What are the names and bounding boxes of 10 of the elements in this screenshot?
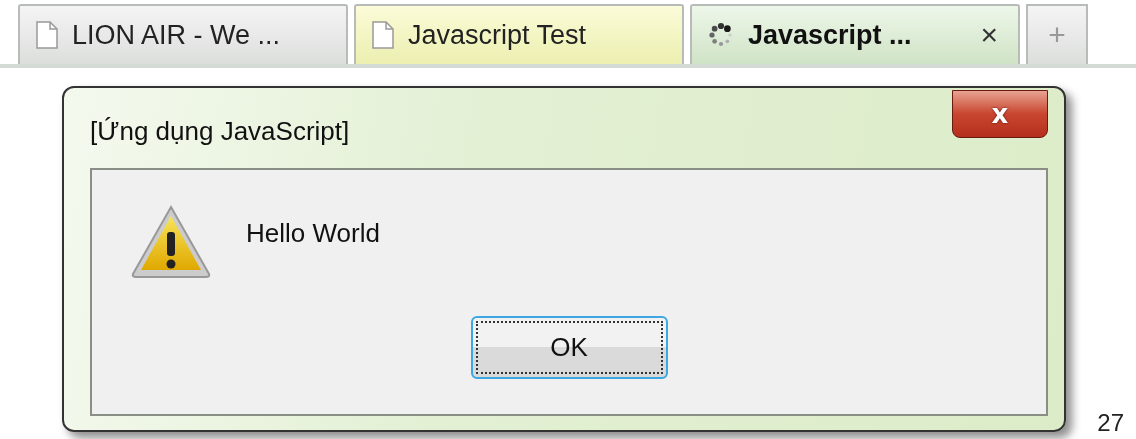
dialog-title: [Ứng dụng JavaScript] [90,116,351,147]
page-number: 27 [1097,409,1124,436]
browser-tab[interactable]: LION AIR - We ... [18,4,348,64]
ok-button[interactable]: OK [470,316,668,379]
close-button[interactable]: x [952,90,1048,138]
browser-tab[interactable]: Javascript Test [354,4,684,64]
browser-tab[interactable]: Javascript ... × [690,4,1020,64]
warning-icon [130,204,212,280]
close-tab-button[interactable]: × [976,18,1002,52]
alert-message: Hello World [246,218,380,249]
